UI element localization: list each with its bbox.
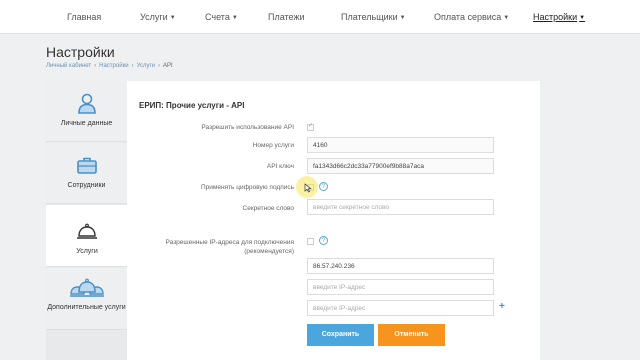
ip-address-input[interactable]: 86.57.240.236 (307, 258, 494, 274)
sidebar-item-personal-data[interactable]: Личные данные (46, 81, 127, 142)
breadcrumb-current: API (163, 63, 173, 69)
top-navigation: Главная Услуги ▼ Счета ▼ Платежи Плательщи… (0, 0, 640, 34)
nav-item-payments[interactable]: Платежи (268, 12, 305, 22)
api-settings-panel: ЕРИП: Прочие услуги - API Разрешить испо… (127, 81, 540, 360)
allowed-ip-label: Разрешенные IP-адреса для подключения (р… (166, 238, 294, 256)
ip-address-input[interactable]: введите IP-адрес (307, 279, 494, 295)
help-icon[interactable]: ? (319, 236, 328, 245)
secret-word-label: Секретное слово (242, 205, 295, 212)
breadcrumb-separator: › (158, 63, 161, 69)
chevron-down-icon: ▼ (399, 15, 406, 21)
mouse-pointer-icon (304, 183, 312, 193)
save-button[interactable]: Сохранить (307, 324, 374, 346)
nav-item-services[interactable]: Услуги ▼ (140, 12, 176, 22)
chevron-down-icon: ▼ (169, 15, 176, 21)
nav-item-label: Главная (67, 12, 102, 22)
page-title: Настройки (46, 44, 115, 60)
nav-item-label: Услуги (140, 12, 168, 22)
nav-item-home[interactable]: Главная (67, 12, 101, 22)
api-key-field: fa1343d66c2dc33a77900ef9b88a7aca (307, 158, 494, 174)
nav-item-label: Платежи (268, 12, 305, 22)
nav-item-label: Счета (205, 12, 230, 22)
breadcrumb-link[interactable]: Настройки (99, 63, 128, 69)
nav-item-invoices[interactable]: Счета ▼ (205, 12, 238, 22)
sidebar-item-label: Услуги (76, 248, 98, 255)
panel-title: ЕРИП: Прочие услуги - API (139, 101, 245, 110)
allowed-ip-label-text: Разрешенные IP-адреса для подключения (165, 239, 294, 246)
sidebar-item-label: Личные данные (60, 120, 113, 127)
chevron-down-icon: ▼ (231, 15, 238, 21)
cancel-button[interactable]: Отменить (378, 324, 445, 346)
nav-item-label: Настройки (533, 12, 578, 22)
ip-address-input[interactable]: введите IP-адрес (307, 300, 494, 316)
help-icon[interactable]: ? (319, 182, 328, 191)
service-bells-icon (69, 278, 104, 297)
breadcrumb-separator: › (131, 63, 134, 69)
nav-item-label: Плательщики (341, 12, 398, 22)
allow-api-checkbox[interactable] (307, 122, 314, 131)
service-number-label: Номер услуги (252, 142, 294, 149)
nav-item-settings[interactable]: Настройки ▼ (533, 12, 585, 22)
sidebar-item-employees[interactable]: Сотрудники (46, 143, 127, 204)
breadcrumb-link[interactable]: Услуги (137, 63, 155, 69)
service-number-field: 4160 (307, 137, 494, 153)
nav-item-service-payment[interactable]: Оплата сервиса ▼ (434, 12, 509, 22)
add-ip-icon[interactable]: + (499, 301, 505, 312)
allowed-ip-checkbox[interactable] (307, 238, 314, 245)
secret-word-input[interactable]: введите секретное слово (307, 199, 494, 215)
breadcrumb: Личный кабинет › Настройки › Услуги › API (46, 63, 173, 69)
sidebar-item-label: Дополнительные услуги (47, 304, 126, 311)
service-bell-icon (77, 223, 97, 239)
digital-signature-label: Применять цифровую подпись (200, 184, 294, 191)
breadcrumb-link[interactable]: Личный кабинет (46, 63, 91, 69)
chevron-down-icon: ▼ (503, 15, 510, 21)
allow-api-label: Разрешить использование API (201, 124, 294, 131)
nav-item-label: Оплата сервиса (434, 12, 502, 22)
sidebar-item-additional-services[interactable]: Дополнительные услуги (46, 268, 127, 330)
sidebar-item-services[interactable]: Услуги (46, 205, 128, 267)
user-icon (77, 93, 96, 114)
api-key-label: API ключ (266, 163, 294, 170)
sidebar-item-label: Сотрудники (67, 182, 106, 189)
briefcase-icon (76, 157, 97, 174)
allowed-ip-sublabel: (рекомендуется) (244, 248, 294, 255)
chevron-down-icon: ▼ (579, 15, 586, 21)
breadcrumb-separator: › (94, 63, 97, 69)
nav-item-payers[interactable]: Плательщики ▼ (341, 12, 406, 22)
settings-sidebar: Личные данные Сотрудники Услуги Дополнит… (46, 81, 128, 360)
